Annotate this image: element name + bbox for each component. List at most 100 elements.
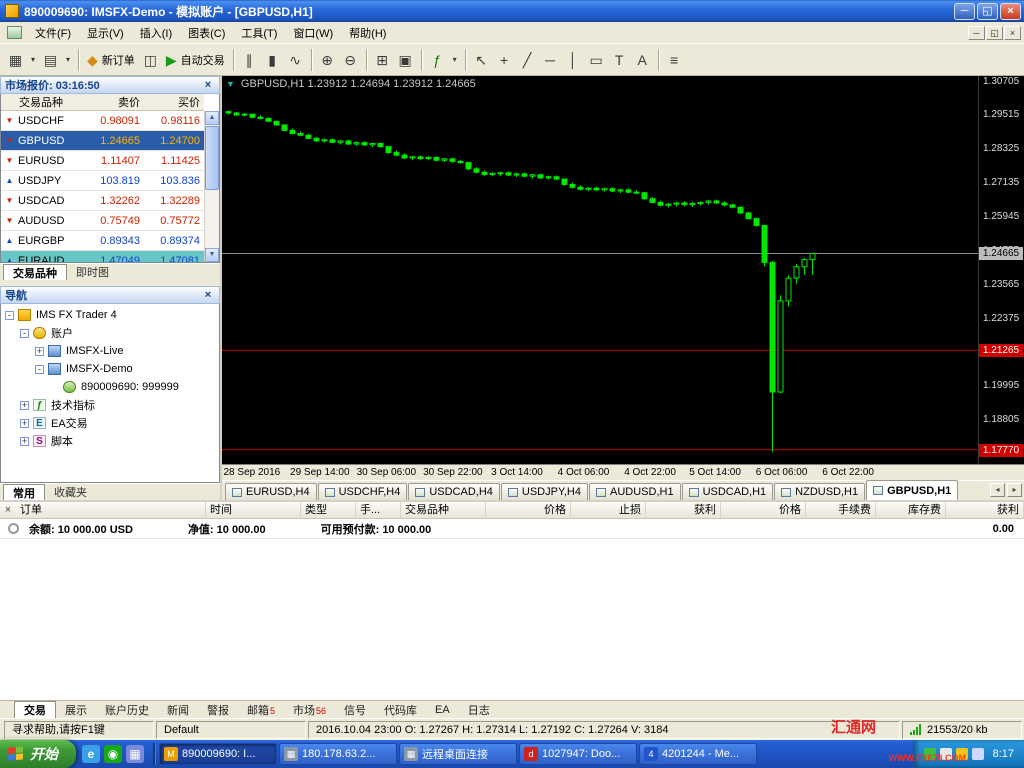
updates-icon[interactable] [971, 748, 984, 760]
menu-item-5[interactable]: 窗口(W) [285, 22, 341, 44]
start-button[interactable]: 开始 [0, 740, 76, 768]
menu-item-6[interactable]: 帮助(H) [341, 22, 394, 44]
tree-item-7[interactable]: + S 脚本 [1, 432, 219, 450]
terminal-column-2[interactable]: 类型 [301, 502, 356, 518]
terminal-tab-5[interactable]: 邮箱 5 [238, 701, 284, 718]
chart-tabs-scroll-left-icon[interactable]: ◂ [990, 483, 1005, 497]
tab-tick-chart[interactable]: 即时图 [67, 264, 118, 280]
terminal-column-0[interactable]: 订单 [16, 502, 206, 518]
terminal-tab-1[interactable]: 展示 [56, 701, 96, 718]
toolbar-arrange-windows-button[interactable]: ▣ [394, 48, 417, 72]
tree-expander-icon[interactable]: + [20, 418, 29, 428]
one-click-trading-icon[interactable]: ▼ [226, 79, 235, 89]
tree-expander-icon[interactable]: - [5, 310, 14, 320]
tree-item-0[interactable]: - IMS FX Trader 4 [1, 306, 219, 324]
tree-expander-icon[interactable]: + [20, 400, 29, 410]
terminal-tab-0[interactable]: 交易 [14, 701, 56, 718]
toolbar-rectangle-tool-button[interactable]: ▭ [585, 48, 608, 72]
toolbar-candlestick-mode-button[interactable]: ▮ [261, 48, 284, 72]
tree-expander-icon[interactable]: + [20, 436, 29, 446]
messenger-icon[interactable]: ◉ [104, 745, 122, 763]
toolbar-indicators-dropdown-button[interactable]: ▾ [449, 48, 461, 72]
chart-tabs-scroll-right-icon[interactable]: ▸ [1007, 483, 1022, 497]
scroll-down-icon[interactable]: ▼ [205, 248, 219, 262]
terminal-column-3[interactable]: 手... [356, 502, 401, 518]
menu-item-1[interactable]: 显示(V) [79, 22, 132, 44]
menu-item-0[interactable]: 文件(F) [27, 22, 79, 44]
chart-tab-USDJPYH4[interactable]: USDJPY,H4 [500, 483, 588, 500]
toolbar-label-tool-button[interactable]: A [631, 48, 654, 72]
toolbar-new-chart-button[interactable]: ▦ [4, 48, 27, 72]
chart-tab-USDCADH4[interactable]: USDCAD,H4 [408, 483, 500, 500]
terminal-column-8[interactable]: 价格 [721, 502, 806, 518]
tab-symbols[interactable]: 交易品种 [3, 264, 67, 280]
column-ask[interactable]: 买价 [146, 94, 204, 110]
tree-item-2[interactable]: + IMSFX-Live [1, 342, 219, 360]
chart-tab-USDCADH1[interactable]: USDCAD,H1 [681, 483, 774, 500]
column-symbol[interactable]: 交易品种 [1, 94, 77, 110]
terminal-tab-7[interactable]: 信号 [335, 701, 375, 718]
navigator-close-icon[interactable]: × [201, 289, 215, 301]
terminal-tab-2[interactable]: 账户历史 [96, 701, 158, 718]
terminal-column-6[interactable]: 止损 [571, 502, 646, 518]
tree-item-1[interactable]: - 账户 [1, 324, 219, 342]
taskbar-task-0[interactable]: M 890009690: I... [159, 743, 277, 765]
taskbar-task-4[interactable]: 4 4201244 - Me... [639, 743, 757, 765]
terminal-tab-10[interactable]: 日志 [459, 701, 499, 718]
status-profile[interactable]: Default [156, 720, 306, 739]
show-desktop-icon[interactable]: ▦ [126, 745, 144, 763]
tree-item-3[interactable]: - IMSFX-Demo [1, 360, 219, 378]
scrollbar-thumb[interactable] [205, 126, 219, 190]
market-watch-row-EURAUD[interactable]: ▲ EURAUD 1.47049 1.47081 [1, 251, 204, 262]
tree-item-4[interactable]: 890009690: 999999 [1, 378, 219, 396]
taskbar-task-1[interactable]: ▦ 180.178.63.2... [279, 743, 397, 765]
market-watch-row-EURUSD[interactable]: ▼ EURUSD 1.11407 1.11425 [1, 151, 204, 171]
toolbar-crosshair-tool-button[interactable]: + [493, 48, 516, 72]
price-axis[interactable]: 1.307051.295151.283251.271351.259451.247… [978, 76, 1024, 464]
chart-tab-AUDUSDH1[interactable]: AUDUSD,H1 [589, 483, 681, 500]
taskbar-task-2[interactable]: ▦ 远程桌面连接 [399, 743, 517, 765]
toolbar-tile-windows-button[interactable]: ⊞ [371, 48, 394, 72]
mdi-close-button[interactable]: × [1004, 25, 1021, 40]
market-watch-row-AUDUSD[interactable]: ▼ AUDUSD 0.75749 0.75772 [1, 211, 204, 231]
terminal-column-10[interactable]: 库存费 [876, 502, 946, 518]
menu-item-2[interactable]: 插入(I) [132, 22, 180, 44]
market-watch-row-EURGBP[interactable]: ▲ EURGBP 0.89343 0.89374 [1, 231, 204, 251]
mdi-restore-button[interactable]: ◱ [986, 25, 1003, 40]
toolbar-new-chart-dropdown-button[interactable]: ▾ [27, 48, 39, 72]
toolbar-trendline-tool-button[interactable]: ╱ [516, 48, 539, 72]
toolbar-bar-chart-mode-button[interactable]: ∥ [238, 48, 261, 72]
toolbar-indicators-button[interactable]: ƒ [426, 48, 449, 72]
terminal-column-1[interactable]: 时间 [206, 502, 301, 518]
terminal-column-4[interactable]: 交易品种 [401, 502, 486, 518]
restore-button[interactable]: ◱ [977, 2, 998, 20]
terminal-tab-4[interactable]: 警报 [198, 701, 238, 718]
tree-item-6[interactable]: + E EA交易 [1, 414, 219, 432]
toolbar-profiles-button[interactable]: ▤ [39, 48, 62, 72]
chart-tab-EURUSDH4[interactable]: EURUSD,H4 [225, 483, 317, 500]
terminal-column-9[interactable]: 手续费 [806, 502, 876, 518]
close-button[interactable]: × [1000, 2, 1021, 20]
toolbar-autotrading-button[interactable]: ▶ 自动交易 [162, 48, 229, 72]
toolbar-text-tool-button[interactable]: T [608, 48, 631, 72]
market-watch-row-GBPUSD[interactable]: ▼ GBPUSD 1.24665 1.24700 [1, 131, 204, 151]
market-watch-close-icon[interactable]: × [201, 79, 215, 91]
tree-expander-icon[interactable]: - [20, 328, 29, 338]
toolbar-zoom-in-button[interactable]: ⊕ [316, 48, 339, 72]
scroll-up-icon[interactable]: ▲ [205, 111, 219, 125]
toolbar-line-chart-mode-button[interactable]: ∿ [284, 48, 307, 72]
tree-expander-icon[interactable]: - [35, 364, 44, 374]
toolbar-hline-tool-button[interactable]: ─ [539, 48, 562, 72]
internet-explorer-icon[interactable]: e [82, 745, 100, 763]
terminal-column-7[interactable]: 获利 [646, 502, 721, 518]
terminal-close-icon[interactable]: × [0, 502, 16, 518]
toolbar-vline-tool-button[interactable]: │ [562, 48, 585, 72]
taskbar-task-3[interactable]: d 1027947: Doo... [519, 743, 637, 765]
market-watch-row-USDCAD[interactable]: ▼ USDCAD 1.32262 1.32289 [1, 191, 204, 211]
menu-item-4[interactable]: 工具(T) [233, 22, 285, 44]
terminal-tab-3[interactable]: 新闻 [158, 701, 198, 718]
tab-favorites[interactable]: 收藏夹 [45, 484, 96, 500]
tab-common[interactable]: 常用 [3, 484, 45, 500]
chart-plot[interactable]: ▼ GBPUSD,H1 1.23912 1.24694 1.23912 1.24… [222, 76, 978, 464]
chart-tab-NZDUSDH1[interactable]: NZDUSD,H1 [774, 483, 866, 500]
